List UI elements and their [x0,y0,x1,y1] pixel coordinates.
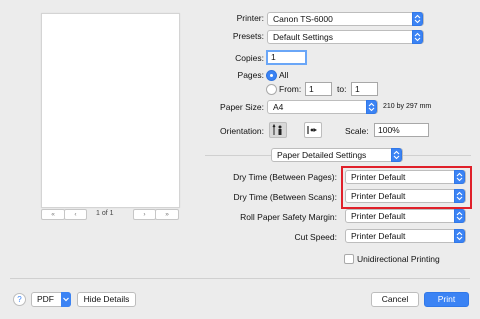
printer-label: Printer: [236,13,264,23]
presets-value: Default Settings [273,32,334,42]
next-page-button[interactable]: › [133,209,156,220]
dry-time-pages-popup[interactable]: Printer Default [345,170,466,184]
pages-to-label: to: [337,84,347,94]
paper-size-popup[interactable]: A4 [267,100,378,114]
pages-to-field[interactable]: 1 [351,82,378,96]
copies-field[interactable]: 1 [266,50,307,65]
landscape-icon [307,126,317,134]
pages-from-radio[interactable] [266,84,277,95]
presets-popup[interactable]: Default Settings [267,30,424,44]
pages-label: Pages: [237,70,264,80]
printer-value: Canon TS-6000 [273,14,333,24]
previous-page-button[interactable]: ‹ [64,209,87,220]
chevron-updown-icon [412,30,423,44]
help-button[interactable]: ? [13,293,26,306]
pages-from-field[interactable]: 1 [305,82,332,96]
pdf-menu-button[interactable]: PDF [31,292,71,307]
chevron-updown-icon [412,12,423,26]
cancel-button[interactable]: Cancel [371,292,419,307]
dry-time-scans-popup[interactable]: Printer Default [345,189,466,203]
pages-all-label: All [279,70,289,80]
chevron-updown-icon [454,170,465,184]
paper-dimensions: 210 by 297 mm [383,103,432,110]
print-button[interactable]: Print [424,292,469,307]
portrait-orientation-button[interactable] [269,122,287,138]
chevron-updown-icon [391,148,402,162]
section-popup[interactable]: Paper Detailed Settings [271,148,403,162]
roll-paper-popup[interactable]: Printer Default [345,209,466,223]
orientation-label: Orientation: [220,126,264,136]
footer-divider [10,278,470,279]
pages-from-label: From: [279,84,302,94]
unidirectional-checkbox[interactable] [344,254,354,264]
paper-size-value: A4 [273,102,284,112]
dry-time-pages-value: Printer Default [351,172,406,182]
dry-time-pages-label: Dry Time (Between Pages): [233,172,337,182]
chevron-updown-icon [366,100,377,114]
pdf-label: PDF [37,294,54,304]
hide-details-button[interactable]: Hide Details [77,292,136,307]
cut-speed-label: Cut Speed: [294,232,337,242]
paper-size-label: Paper Size: [220,102,264,112]
roll-paper-label: Roll Paper Safety Margin: [240,212,337,222]
roll-paper-value: Printer Default [351,211,406,221]
chevron-down-icon [61,292,71,307]
cut-speed-value: Printer Default [351,231,406,241]
section-value: Paper Detailed Settings [277,150,367,160]
scale-field[interactable]: 100% [374,123,429,137]
chevron-updown-icon [454,229,465,243]
printer-popup[interactable]: Canon TS-6000 [267,12,424,26]
chevron-updown-icon [454,209,465,223]
landscape-orientation-button[interactable] [304,122,322,138]
portrait-icon [272,123,282,135]
chevron-updown-icon [454,189,465,203]
dry-time-scans-value: Printer Default [351,191,406,201]
presets-label: Presets: [232,31,264,41]
first-page-button[interactable]: « [41,209,65,220]
cut-speed-popup[interactable]: Printer Default [345,229,466,243]
copies-label: Copies: [235,53,264,63]
scale-label: Scale: [345,126,369,136]
pages-all-radio[interactable] [266,70,277,81]
page-indicator: 1 of 1 [96,210,114,217]
page-preview [41,13,180,208]
dry-time-scans-label: Dry Time (Between Scans): [233,192,337,202]
last-page-button[interactable]: » [155,209,179,220]
unidirectional-label: Unidirectional Printing [357,254,440,264]
